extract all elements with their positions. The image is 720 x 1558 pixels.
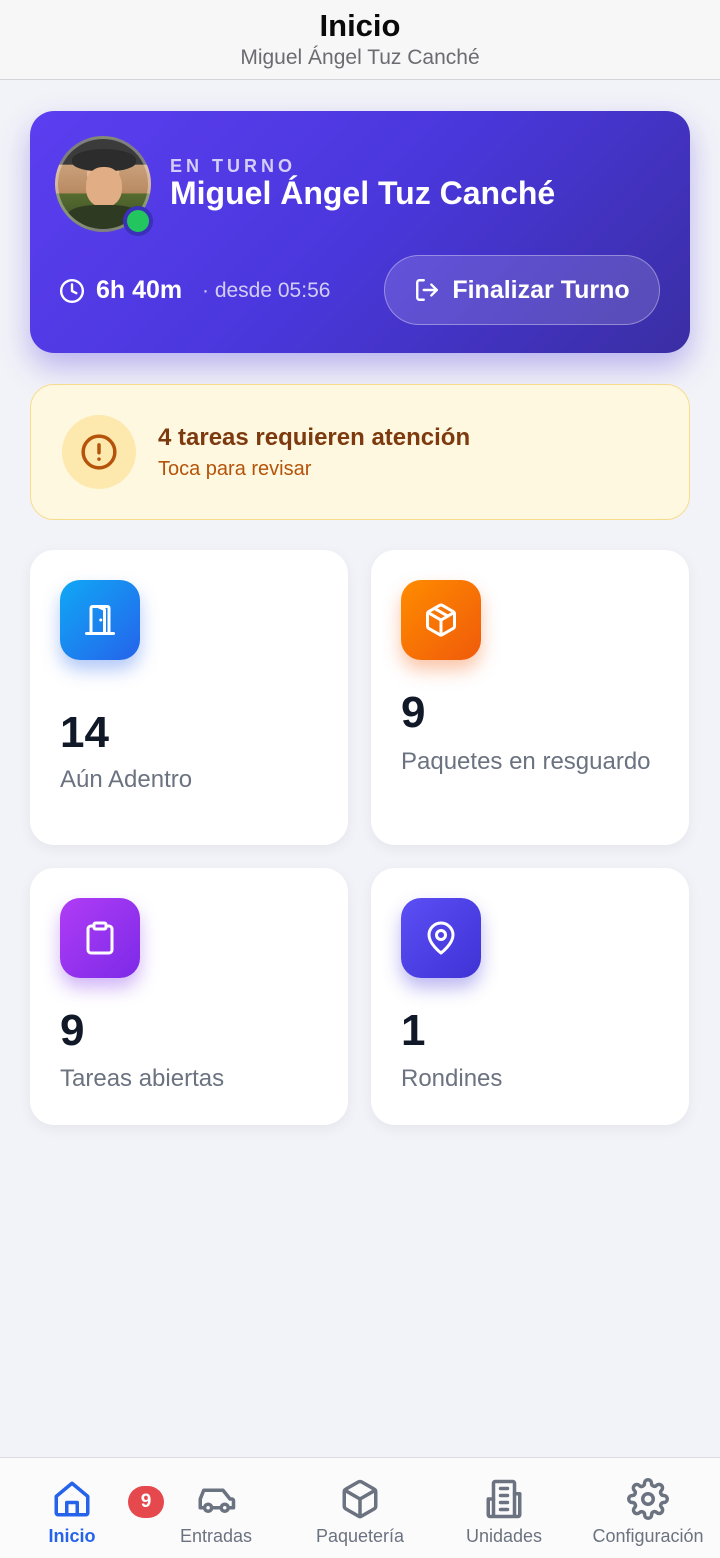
stat-icon-box	[401, 898, 481, 978]
stat-icon-box	[401, 580, 481, 660]
home-icon	[54, 1481, 90, 1517]
stat-card-inside[interactable]: 14 Aún Adentro	[30, 550, 348, 845]
stat-label: Tareas abiertas	[60, 1065, 225, 1092]
guard-name: Miguel Ángel Tuz Canché	[170, 175, 556, 211]
tab-configuracion[interactable]: Configuración	[584, 1458, 712, 1558]
stat-card-rounds[interactable]: 1 Rondines	[371, 868, 689, 1125]
tab-label: Unidades	[465, 1526, 543, 1546]
map-pin-icon	[427, 921, 455, 955]
home-screen: Inicio Miguel Ángel Tuz Canché EN TURNO …	[0, 0, 720, 1558]
door-icon	[85, 605, 115, 635]
stat-icon-box	[60, 580, 140, 660]
shift-start-time: · desde 05:56	[202, 279, 331, 302]
page-subtitle: Miguel Ángel Tuz Canché	[240, 46, 480, 69]
bottom-tab-bar: Inicio 9 Entradas Paquetería Unidades Co…	[0, 1457, 720, 1558]
shift-duration: 6h 40m	[96, 276, 183, 304]
online-status-dot	[123, 206, 153, 236]
building-icon	[486, 1479, 522, 1519]
shift-card: EN TURNO Miguel Ángel Tuz Canché 6h 40m …	[30, 111, 690, 353]
tab-label: Paquetería	[315, 1526, 405, 1546]
tab-unidades[interactable]: Unidades	[444, 1458, 564, 1558]
stat-label: Paquetes en resguardo	[401, 748, 651, 775]
end-shift-button[interactable]: Finalizar Turno	[384, 255, 660, 325]
guard-avatar-wrapper	[55, 136, 153, 236]
shift-status-label: EN TURNO	[170, 156, 296, 176]
tab-entradas[interactable]: Entradas	[156, 1458, 276, 1558]
stat-value: 9	[401, 688, 426, 737]
stat-value: 14	[60, 708, 109, 757]
stat-card-packages[interactable]: 9 Paquetes en resguardo	[371, 550, 689, 845]
alert-circle-icon	[81, 434, 117, 470]
end-shift-label: Finalizar Turno	[452, 275, 630, 304]
car-icon	[198, 1488, 236, 1513]
alert-title: 4 tareas requieren atención	[158, 424, 471, 451]
package-icon	[342, 1479, 378, 1519]
tab-inicio[interactable]: Inicio	[12, 1458, 132, 1558]
page-title: Inicio	[319, 8, 401, 43]
tasks-alert-banner[interactable]: 4 tareas requieren atención Toca para re…	[30, 384, 690, 520]
stat-card-open-tasks[interactable]: 9 Tareas abiertas	[30, 868, 348, 1125]
tab-label: Configuración	[592, 1526, 704, 1546]
app-header: Inicio Miguel Ángel Tuz Canché	[0, 0, 720, 80]
logout-icon	[416, 279, 439, 301]
gear-icon	[627, 1478, 669, 1520]
alert-subtitle: Toca para revisar	[158, 458, 312, 480]
tab-label: Inicio	[48, 1526, 96, 1546]
package-icon	[426, 603, 456, 637]
tab-label: Entradas	[179, 1526, 253, 1546]
clock-icon	[59, 278, 85, 304]
stat-value: 9	[60, 1006, 85, 1055]
alert-icon-circle	[62, 415, 136, 489]
stat-label: Rondines	[401, 1065, 503, 1092]
stat-icon-box	[60, 898, 140, 978]
tab-paqueteria[interactable]: Paquetería	[300, 1458, 420, 1558]
stat-value: 1	[401, 1006, 426, 1055]
stat-label: Aún Adentro	[60, 766, 193, 793]
clipboard-icon	[86, 921, 114, 955]
